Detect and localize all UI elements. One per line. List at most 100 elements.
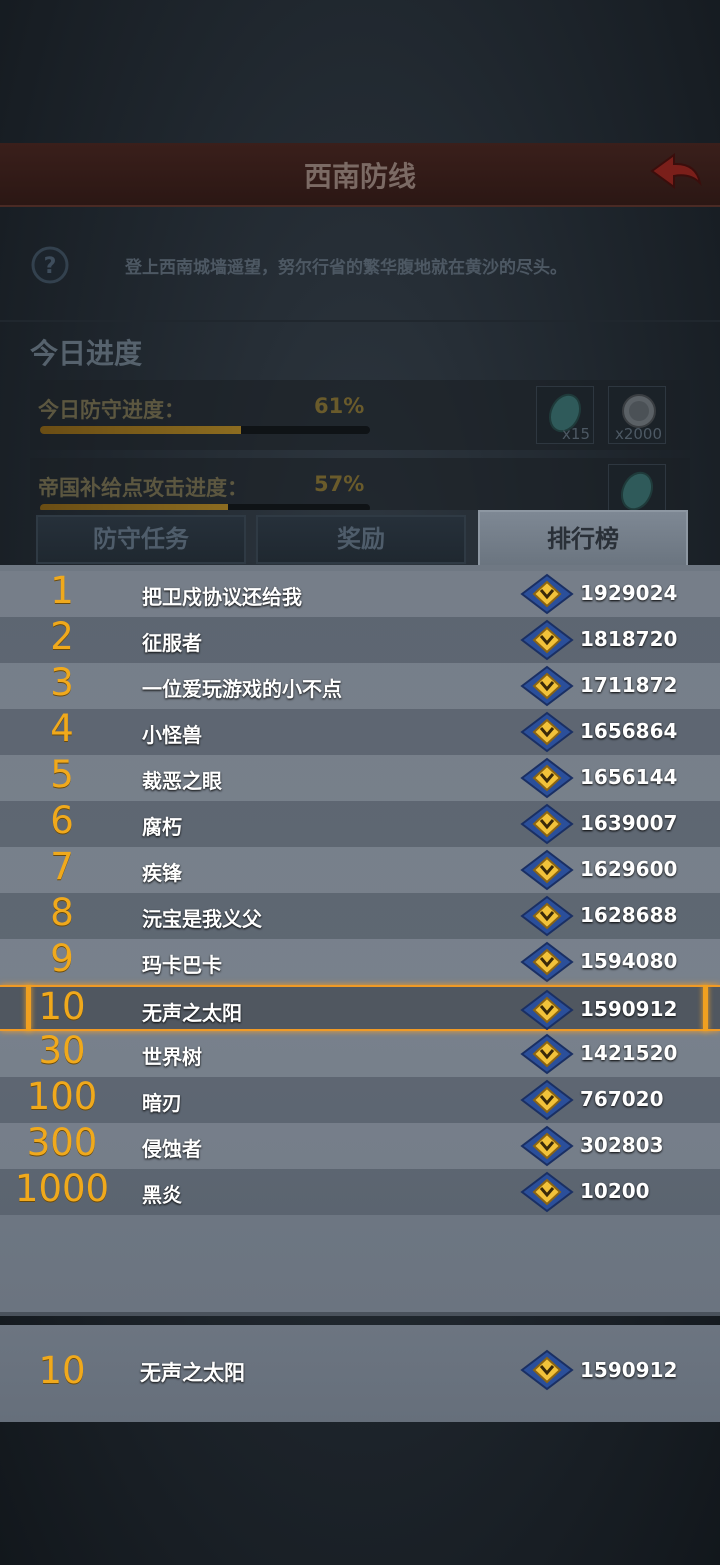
progress-bar-fill — [40, 426, 242, 434]
highlight-bracket-right — [703, 985, 708, 1031]
player-score: 1628688 — [580, 903, 678, 927]
rank-number: 4 — [50, 707, 74, 750]
progress-bar — [40, 426, 370, 434]
leaderboard-row[interactable]: 7 疾锋 1629600 — [0, 845, 720, 893]
leaderboard-row[interactable]: 30 世界树 1421520 — [0, 1029, 720, 1077]
rank-number: 30 — [38, 1029, 86, 1072]
reward-gem[interactable]: x15 — [536, 386, 594, 444]
rank-number: 1 — [50, 569, 74, 612]
back-arrow-icon[interactable] — [646, 149, 706, 197]
tab-rewards[interactable]: 奖励 — [256, 515, 466, 564]
score-badge-icon — [520, 1033, 574, 1075]
player-name: 疾锋 — [142, 861, 182, 885]
my-name: 无声之太阳 — [140, 1361, 245, 1385]
rank-number: 6 — [50, 799, 74, 842]
score-badge-icon — [520, 803, 574, 845]
player-name: 征服者 — [142, 631, 202, 655]
help-icon[interactable]: ? — [30, 245, 70, 285]
player-name: 把卫戍协议还给我 — [142, 585, 302, 609]
score-badge-icon — [520, 711, 574, 753]
player-score: 1656864 — [580, 719, 678, 743]
intro-panel: ? 登上西南城墙遥望，努尔行省的繁华腹地就在黄沙的尽头。 — [0, 215, 720, 315]
score-badge-icon — [520, 757, 574, 799]
player-score: 1594080 — [580, 949, 678, 973]
svg-text:?: ? — [44, 254, 57, 279]
progress-section-title: 今日进度 — [30, 337, 143, 370]
leaderboard-row[interactable]: 1 把卫戍协议还给我 1929024 — [0, 569, 720, 617]
leaderboard-row[interactable]: 100 暗刃 767020 — [0, 1075, 720, 1123]
divider — [0, 1312, 720, 1316]
rank-number: 7 — [50, 845, 74, 888]
my-rank-panel: 10 无声之太阳 1590912 — [0, 1325, 720, 1422]
player-name: 侵蚀者 — [142, 1137, 202, 1161]
player-score: 767020 — [580, 1087, 664, 1111]
my-score: 1590912 — [580, 1358, 678, 1382]
rank-number: 100 — [26, 1075, 98, 1118]
rank-number: 2 — [50, 615, 74, 658]
player-score: 1590912 — [580, 997, 678, 1021]
score-badge-icon — [520, 895, 574, 937]
supply-attack-progress-panel: 帝国补给点攻击进度： 57% — [30, 458, 690, 510]
score-badge-icon — [520, 573, 574, 615]
score-badge-icon — [520, 619, 574, 661]
player-score: 1711872 — [580, 673, 678, 697]
player-score: 1818720 — [580, 627, 678, 651]
leaderboard-row[interactable]: 6 腐朽 1639007 — [0, 799, 720, 847]
player-score: 1629600 — [580, 857, 678, 881]
reward-count: x15 — [562, 425, 590, 443]
player-name: 暗刃 — [142, 1091, 182, 1115]
leaderboard-row[interactable]: 1000 黑炎 10200 — [0, 1167, 720, 1215]
gem-icon — [620, 471, 654, 510]
player-name: 黑炎 — [142, 1183, 182, 1207]
player-score: 1421520 — [580, 1041, 678, 1065]
reward-gem[interactable] — [608, 464, 666, 510]
score-badge-icon — [520, 1079, 574, 1121]
leaderboard-row[interactable]: 9 玛卡巴卡 1594080 — [0, 937, 720, 985]
title-bar: 西南防线 — [0, 143, 720, 207]
leaderboard-row[interactable]: 8 沅宝是我义父 1628688 — [0, 891, 720, 939]
my-rank: 10 — [38, 1349, 86, 1392]
rank-number: 9 — [50, 937, 74, 980]
player-name: 裁恶之眼 — [142, 769, 222, 793]
rank-number: 10 — [38, 985, 86, 1028]
reward-count: x2000 — [614, 425, 662, 443]
player-score: 1656144 — [580, 765, 678, 789]
tab-bar: 防守任务 奖励 排行榜 — [0, 510, 720, 569]
tab-defense-tasks[interactable]: 防守任务 — [36, 515, 246, 564]
leaderboard-row-current-player[interactable]: 10 无声之太阳 1590912 — [0, 985, 720, 1031]
player-score: 10200 — [580, 1179, 650, 1203]
reward-silver[interactable]: x2000 — [608, 386, 666, 444]
player-name: 腐朽 — [142, 815, 182, 839]
player-name: 一位爱玩游戏的小不点 — [142, 677, 342, 701]
progress-percent: 61% — [314, 394, 365, 418]
player-score: 1639007 — [580, 811, 678, 835]
score-badge-icon — [520, 665, 574, 707]
tab-leaderboard[interactable]: 排行榜 — [478, 510, 688, 569]
score-badge-icon — [520, 1125, 574, 1167]
player-name: 小怪兽 — [142, 723, 202, 747]
score-badge-icon — [520, 989, 574, 1031]
rank-number: 5 — [50, 753, 74, 796]
player-name: 沅宝是我义父 — [142, 907, 262, 931]
score-badge-icon — [520, 941, 574, 983]
player-name: 玛卡巴卡 — [142, 953, 222, 977]
leaderboard-row[interactable]: 4 小怪兽 1656864 — [0, 707, 720, 755]
page-title: 西南防线 — [303, 160, 416, 193]
leaderboard-row[interactable]: 5 裁恶之眼 1656144 — [0, 753, 720, 801]
score-badge-icon — [520, 1171, 574, 1213]
divider — [0, 320, 720, 322]
leaderboard-row[interactable]: 3 一位爱玩游戏的小不点 1711872 — [0, 661, 720, 709]
leaderboard-row[interactable]: 300 侵蚀者 302803 — [0, 1121, 720, 1169]
player-score: 302803 — [580, 1133, 664, 1157]
player-score: 1929024 — [580, 581, 678, 605]
player-name: 无声之太阳 — [142, 1001, 242, 1025]
rank-number: 1000 — [14, 1167, 110, 1210]
score-badge-icon — [520, 1349, 574, 1391]
rank-number: 300 — [26, 1121, 98, 1164]
leaderboard-list[interactable]: 1 把卫戍协议还给我 1929024 2 征服者 1818720 3 一位爱玩游戏的小不点 17… — [0, 565, 720, 1315]
progress-label: 帝国补给点攻击进度： — [38, 476, 248, 500]
progress-label: 今日防守进度： — [38, 398, 185, 422]
player-name: 世界树 — [142, 1045, 202, 1069]
progress-percent: 57% — [314, 472, 365, 496]
leaderboard-row[interactable]: 2 征服者 1818720 — [0, 615, 720, 663]
